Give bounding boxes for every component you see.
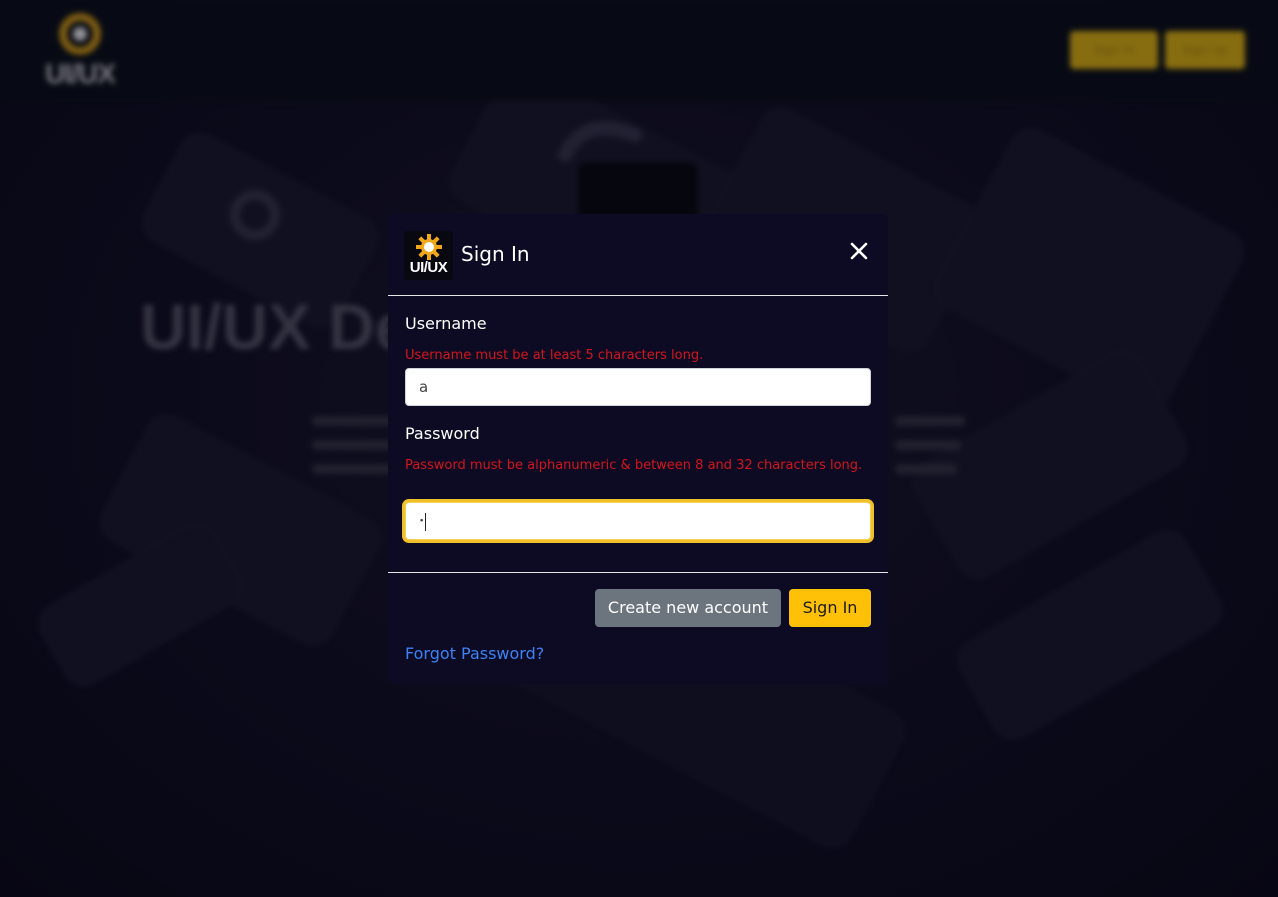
password-input-value: • [419, 516, 425, 527]
password-label: Password [405, 424, 480, 443]
modal-logo: UI/UX [404, 231, 453, 280]
close-button[interactable] [846, 238, 872, 264]
modal-header: UI/UX Sign In [388, 214, 888, 296]
password-error: Password must be alphanumeric & between … [405, 458, 863, 473]
modal-title: Sign In [461, 242, 530, 266]
sign-in-button[interactable]: Sign In [789, 589, 871, 627]
username-input[interactable]: a [405, 368, 871, 406]
modal-logo-text: UI/UX [409, 259, 448, 276]
password-input[interactable]: • [405, 502, 871, 540]
username-label: Username [405, 314, 487, 333]
forgot-password-link[interactable]: Forgot Password? [405, 644, 544, 663]
text-caret [425, 512, 427, 531]
modal-footer-divider [388, 572, 888, 573]
username-input-value: a [419, 378, 429, 396]
sign-in-modal: UI/UX Sign In Username Username must be … [388, 214, 888, 684]
username-error: Username must be at least 5 characters l… [405, 348, 704, 363]
create-account-button[interactable]: Create new account [595, 589, 781, 627]
close-icon [850, 242, 868, 260]
gear-icon [416, 234, 442, 260]
